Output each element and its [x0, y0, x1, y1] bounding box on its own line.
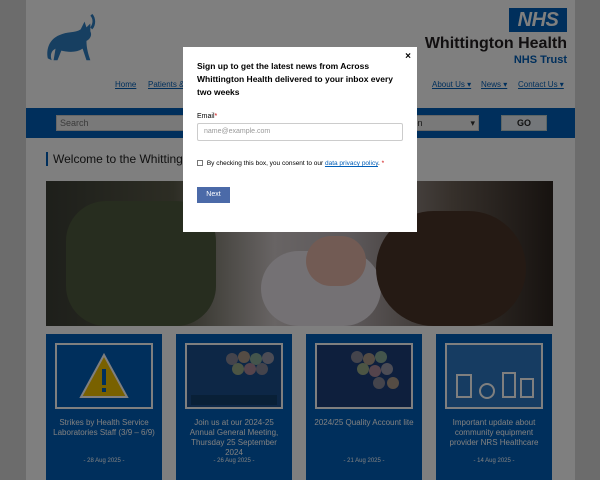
consent-row: By checking this box, you consent to our… [197, 160, 384, 167]
next-button[interactable]: Next [197, 187, 230, 203]
consent-text: By checking this box, you consent to our [206, 160, 324, 167]
email-label: Email* [197, 113, 217, 120]
newsletter-signup-modal: × Sign up to get the latest news from Ac… [183, 47, 417, 232]
consent-checkbox[interactable] [197, 160, 203, 166]
required-marker: * [214, 113, 218, 120]
email-label-text: Email [197, 113, 215, 120]
modal-heading: Sign up to get the latest news from Acro… [197, 61, 393, 97]
privacy-policy-link[interactable]: data privacy policy [325, 160, 378, 167]
required-marker: * [381, 160, 385, 167]
consent-end: . [377, 160, 380, 167]
email-field[interactable]: name@example.com [197, 123, 403, 141]
close-icon[interactable]: × [405, 51, 411, 62]
